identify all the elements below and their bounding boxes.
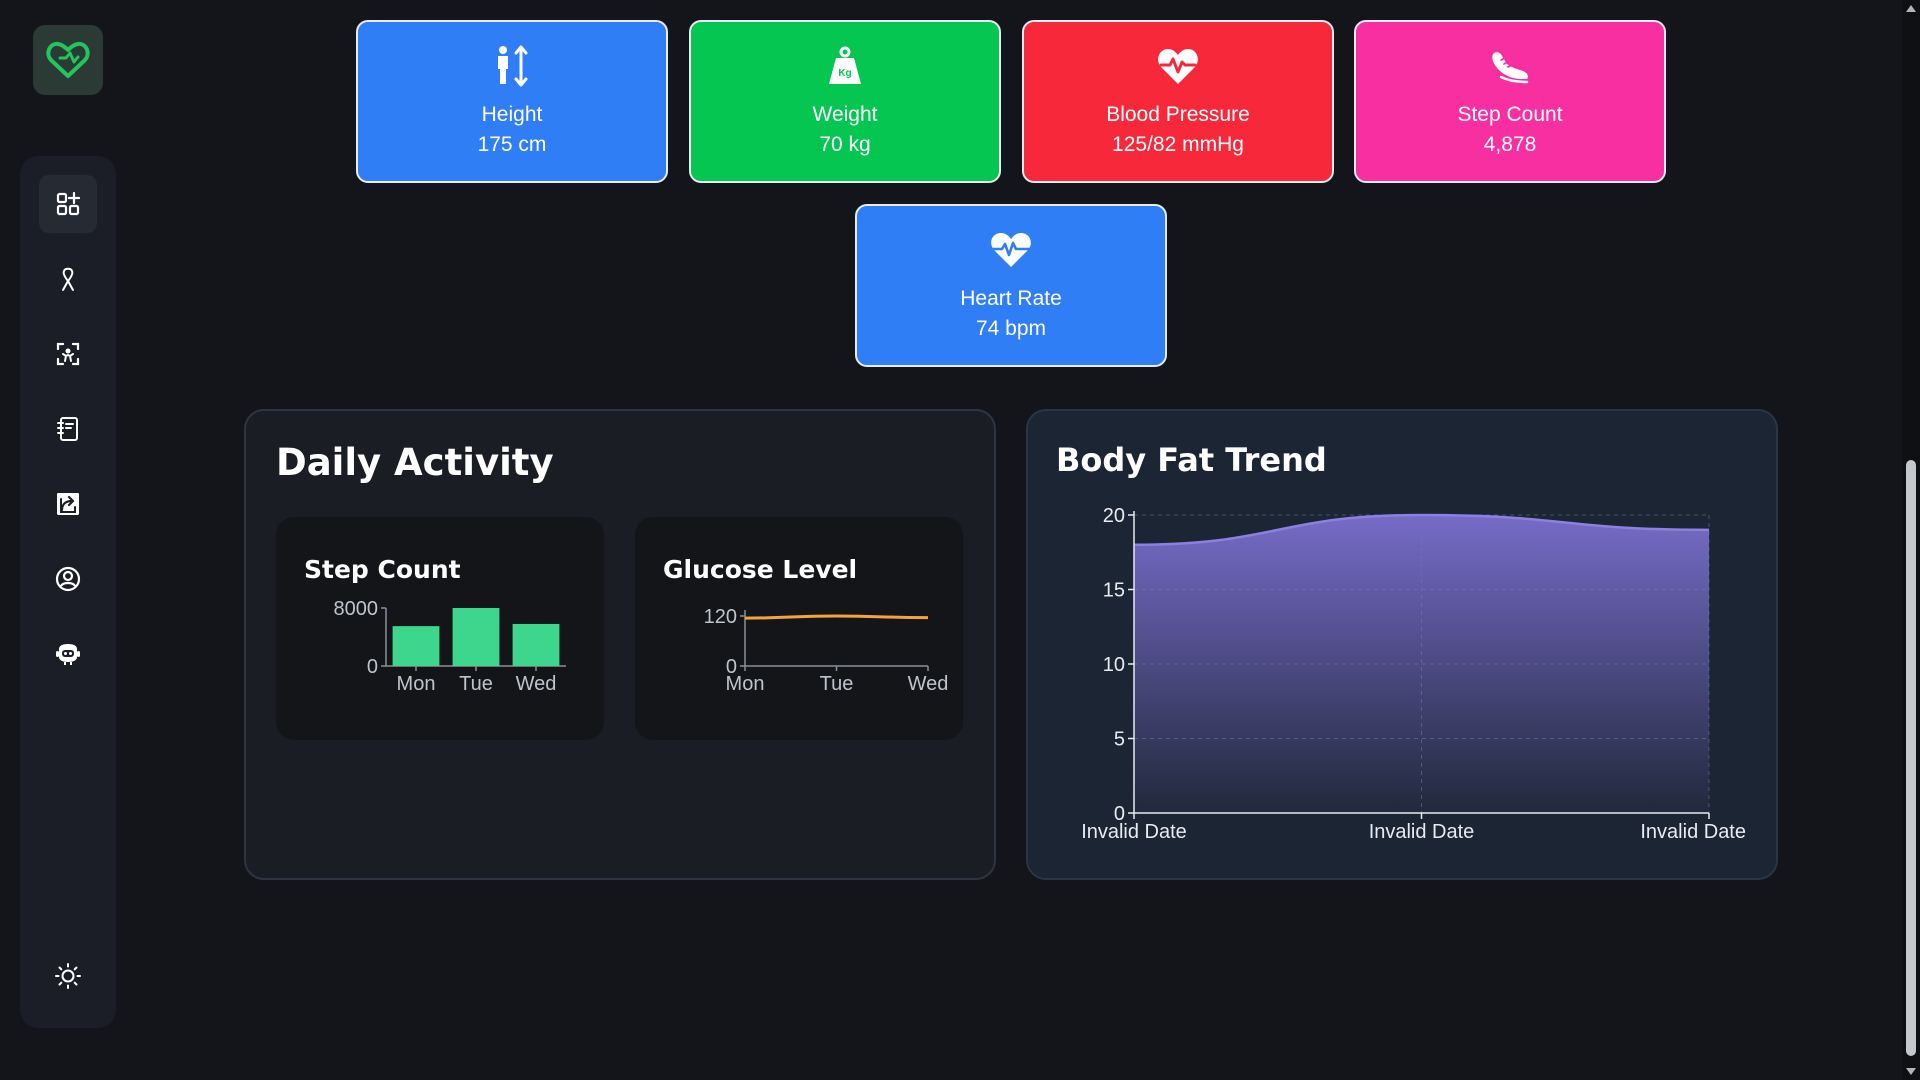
- bar: [452, 608, 500, 666]
- sun-icon: [55, 963, 81, 989]
- shoe-icon: [1492, 52, 1529, 84]
- series-line: [744, 614, 929, 620]
- app-logo[interactable]: [33, 25, 103, 95]
- x-tick-label: Invalid Date: [1081, 821, 1187, 843]
- x-tick-label: Wed: [516, 673, 557, 695]
- y-tick-label: 10: [1103, 654, 1125, 676]
- x-tick-label: Wed: [908, 673, 949, 695]
- step-count-chart: 8000 0 Mon Tue Wed: [334, 598, 566, 695]
- y-tick-label: 120: [704, 606, 737, 628]
- bar: [512, 623, 560, 666]
- heart-rate-icon: [990, 233, 1032, 267]
- x-tick-label: Tue: [459, 673, 493, 695]
- height-icon: [498, 45, 528, 87]
- glucose-chart-card: Glucose Level 120 0 Mon Tue Wed: [635, 517, 963, 740]
- sidebar: [20, 156, 116, 1028]
- sidebar-item-awareness[interactable]: [39, 250, 97, 308]
- sidebar-item-scan[interactable]: [39, 325, 97, 383]
- stat-label: Heart Rate: [960, 287, 1062, 310]
- stat-card-weight[interactable]: Kg Weight 70 kg: [689, 20, 1001, 183]
- x-tick-label: Mon: [726, 673, 765, 695]
- notebook-icon: [57, 417, 78, 441]
- stat-card-height[interactable]: Height 175 cm: [356, 20, 668, 183]
- scan-icon: [56, 342, 80, 366]
- stat-value: 70 kg: [819, 133, 871, 156]
- stat-card-blood-pressure[interactable]: Blood Pressure 125/82 mmHg: [1022, 20, 1334, 183]
- bot-icon: [56, 644, 80, 665]
- x-tick-label: Invalid Date: [1369, 821, 1475, 843]
- weight-icon: Kg: [829, 46, 861, 84]
- stat-value: 125/82 mmHg: [1112, 133, 1244, 156]
- heart-pulse-icon: [1158, 49, 1198, 84]
- ribbon-icon: [62, 267, 74, 291]
- step-count-chart-card: Step Count 8000 0 Mon Tue Wed: [276, 517, 604, 740]
- svg-text:Kg: Kg: [838, 68, 851, 79]
- body-fat-panel: Body Fat Trend 20 15 10 5 0 Invalid Date Inval…: [1026, 409, 1778, 880]
- x-tick-label: Tue: [820, 673, 854, 695]
- y-tick-label: 20: [1103, 505, 1125, 527]
- stat-value: 175 cm: [477, 133, 547, 156]
- stat-value: 74 bpm: [975, 317, 1047, 340]
- scroll-up-arrow[interactable]: [1906, 5, 1916, 12]
- sidebar-item-share[interactable]: [39, 475, 97, 533]
- stat-label: Blood Pressure: [1106, 103, 1250, 126]
- stat-label: Step Count: [1457, 103, 1563, 126]
- x-tick-label: Invalid Date: [1640, 821, 1746, 843]
- scrollbar-thumb[interactable]: [1906, 460, 1916, 1056]
- stat-card-heart-rate[interactable]: Heart Rate 74 bpm: [855, 204, 1167, 367]
- heart-logo-icon: [46, 41, 90, 78]
- y-tick-label: 5: [1114, 729, 1125, 751]
- stat-label: Weight: [812, 103, 878, 126]
- glucose-level-chart: 1200Mon Tue Wed: [704, 606, 949, 695]
- x-tick-label: Mon: [397, 673, 436, 695]
- stat-value: 4,878: [1483, 133, 1537, 156]
- stat-label: Height: [481, 103, 543, 126]
- body-fat-chart: 20151050Invalid Date Invalid Date Invalid …: [1081, 505, 1746, 843]
- stat-card-step-count[interactable]: Step Count 4,878: [1354, 20, 1666, 183]
- y-tick-label: 8000: [334, 598, 379, 620]
- dashboard-grid-icon: [56, 191, 81, 216]
- user-circle-icon: [55, 566, 81, 592]
- share-icon: [57, 493, 79, 515]
- panel-title: Daily Activity: [276, 441, 554, 484]
- sidebar-item-profile[interactable]: [39, 550, 97, 608]
- sidebar-item-records[interactable]: [39, 400, 97, 458]
- series-area: [1134, 515, 1709, 813]
- bar: [392, 626, 440, 666]
- theme-toggle-button[interactable]: [39, 947, 97, 1005]
- sidebar-item-dashboard[interactable]: [39, 175, 97, 233]
- y-tick-label: 0: [367, 656, 378, 678]
- scrollbar[interactable]: [1902, 0, 1920, 1080]
- daily-activity-panel: Daily Activity Step Count 8000 0 Mon Tue Wed…: [244, 409, 996, 880]
- sidebar-item-chatbot[interactable]: [39, 625, 97, 683]
- scroll-down-arrow[interactable]: [1906, 1068, 1916, 1075]
- y-tick-label: 15: [1103, 580, 1125, 602]
